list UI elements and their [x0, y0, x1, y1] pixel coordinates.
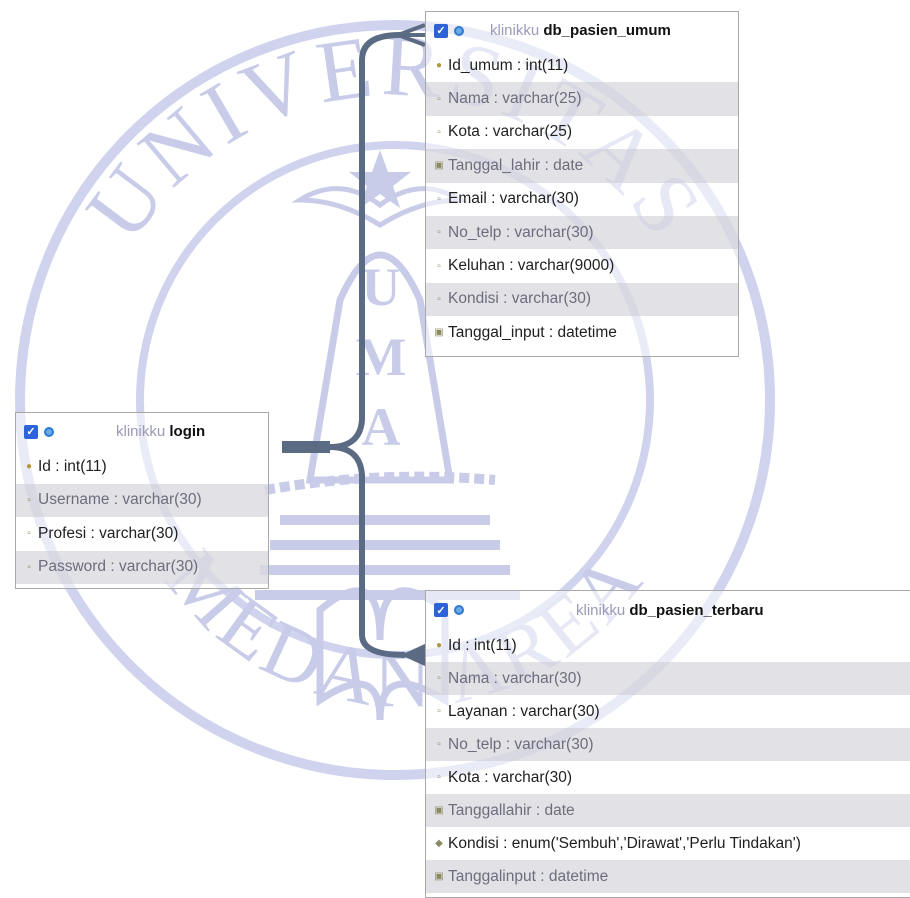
column-row[interactable]: ▫ Keluhan : varchar(9000)	[426, 249, 738, 282]
column-row[interactable]: ▫ Nama : varchar(30)	[426, 662, 910, 695]
checkbox-icon[interactable]: ✓	[434, 603, 448, 617]
watermark-logo-text-m: M	[356, 327, 407, 387]
column-icon: ▫	[27, 528, 31, 540]
connector-terbaru-crow-foot	[400, 643, 426, 667]
column-label: Nama : varchar(30)	[448, 669, 582, 687]
watermark-logo-text-a: A	[362, 397, 401, 457]
column-label: Id : int(11)	[448, 636, 517, 654]
watermark-steps-icon	[255, 515, 520, 600]
table-db-pasien-umum[interactable]: ✓ klinikku db_pasien_umum ● Id_umum : int…	[425, 11, 739, 357]
database-name: klinikku	[576, 601, 626, 619]
column-row[interactable]: ▣ Tanggalinput : datetime	[426, 860, 910, 893]
date-icon: ▣	[434, 805, 444, 816]
column-label: Password : varchar(30)	[38, 558, 199, 576]
date-icon: ▣	[434, 160, 444, 172]
database-name: klinikku	[116, 423, 166, 440]
column-row[interactable]: ▫ No_telp : varchar(30)	[426, 215, 738, 250]
column-row[interactable]: ● Id : int(11)	[426, 629, 910, 662]
database-name: klinikku	[490, 22, 540, 39]
toggle-view-icon[interactable]	[42, 425, 56, 439]
column-label: Kota : varchar(25)	[448, 123, 573, 141]
column-label: Profesi : varchar(30)	[38, 524, 179, 542]
column-label: Kondisi : varchar(30)	[448, 290, 592, 308]
column-row[interactable]: ▫ Kota : varchar(25)	[426, 116, 738, 149]
column-label: Nama : varchar(25)	[448, 90, 582, 108]
column-label: Tanggallahir : date	[448, 801, 575, 819]
column-row[interactable]: ▫ Nama : varchar(25)	[426, 82, 738, 116]
column-label: Id_umum : int(11)	[448, 56, 569, 74]
table-header[interactable]: ✓ klinikku db_pasien_terbaru	[426, 591, 910, 629]
column-icon: ▫	[27, 494, 31, 506]
column-row[interactable]: ▫ Kondisi : varchar(30)	[426, 282, 738, 317]
table-login[interactable]: ✓ klinikku login ● Id : int(11) ▫ Username …	[15, 412, 269, 589]
date-icon: ▣	[434, 327, 444, 339]
column-row[interactable]: ▣ Tanggal_input : datetime	[426, 316, 738, 349]
key-icon: ●	[435, 60, 443, 72]
column-icon: ▫	[437, 193, 441, 205]
column-icon: ▫	[437, 673, 441, 684]
column-row[interactable]: ▫ No_telp : varchar(30)	[426, 728, 910, 761]
column-label: Tanggal_lahir : date	[448, 156, 584, 174]
column-label: Username : varchar(30)	[38, 491, 202, 509]
key-icon: ●	[25, 461, 33, 473]
column-row[interactable]: ● Id : int(11)	[16, 450, 268, 484]
column-label: Layanan : varchar(30)	[448, 702, 600, 720]
column-label: Tanggal_input : datetime	[448, 323, 617, 341]
column-list: ● Id_umum : int(11) ▫ Nama : varchar(25) ▫ Ko…	[426, 49, 738, 350]
table-title: klinikku db_pasien_terbaru	[576, 602, 764, 619]
table-header[interactable]: ✓ klinikku login	[16, 413, 268, 450]
table-name: db_pasien_terbaru	[629, 601, 764, 619]
column-label: Email : varchar(30)	[448, 190, 579, 208]
table-title: klinikku login	[116, 423, 205, 440]
column-label: No_telp : varchar(30)	[448, 223, 594, 241]
column-label: No_telp : varchar(30)	[448, 735, 594, 753]
column-icon: ▫	[437, 772, 441, 783]
column-list: ● Id : int(11) ▫ Nama : varchar(30) ▫ Layanan…	[426, 629, 910, 893]
column-icon: ▫	[437, 706, 441, 717]
column-row[interactable]: ▣ Tanggal_lahir : date	[426, 149, 738, 183]
column-row[interactable]: ▫ Kota : varchar(30)	[426, 761, 910, 794]
column-icon: ▫	[437, 93, 441, 105]
date-icon: ▣	[434, 871, 444, 882]
column-row[interactable]: ▫ Email : varchar(30)	[426, 183, 738, 216]
column-icon: ▫	[437, 293, 441, 305]
column-row[interactable]: ◆ Kondisi : enum('Sembuh','Dirawat','Perl…	[426, 827, 910, 860]
column-icon: ▫	[437, 260, 441, 272]
connector-to-umum	[329, 32, 401, 450]
column-label: Keluhan : varchar(9000)	[448, 257, 615, 275]
table-title: klinikku db_pasien_umum	[490, 22, 671, 39]
connector-umum-crow-foot	[397, 23, 426, 47]
watermark-star-icon	[349, 150, 411, 208]
column-label: Kondisi : enum('Sembuh','Dirawat','Perlu…	[448, 834, 801, 852]
column-label: Kota : varchar(30)	[448, 768, 573, 786]
table-name: login	[169, 423, 206, 440]
connector-to-terbaru	[329, 444, 406, 658]
enum-icon: ◆	[435, 838, 443, 849]
column-row[interactable]: ▫ Password : varchar(30)	[16, 550, 268, 584]
toggle-view-icon[interactable]	[452, 603, 466, 617]
checkbox-icon[interactable]: ✓	[434, 23, 448, 38]
column-row[interactable]: ▫ Layanan : varchar(30)	[426, 695, 910, 728]
table-name: db_pasien_umum	[543, 22, 671, 39]
column-label: Id : int(11)	[38, 457, 107, 475]
column-list: ● Id : int(11) ▫ Username : varchar(30) ▫ Pro…	[16, 450, 268, 584]
column-label: Tanggalinput : datetime	[448, 867, 609, 885]
column-icon: ▫	[437, 126, 441, 138]
column-row[interactable]: ▫ Profesi : varchar(30)	[16, 517, 268, 551]
column-icon: ▫	[27, 561, 31, 573]
checkbox-icon[interactable]: ✓	[24, 424, 38, 439]
table-db-pasien-terbaru[interactable]: ✓ klinikku db_pasien_terbaru ● Id : int(1…	[425, 590, 910, 898]
watermark-logo-text: U	[362, 257, 401, 317]
column-row[interactable]: ● Id_umum : int(11)	[426, 49, 738, 82]
key-icon: ●	[435, 640, 443, 651]
table-header[interactable]: ✓ klinikku db_pasien_umum	[426, 12, 738, 49]
watermark-chain-icon	[264, 471, 496, 495]
column-row[interactable]: ▫ Username : varchar(30)	[16, 483, 268, 517]
column-icon: ▫	[437, 227, 441, 239]
toggle-view-icon[interactable]	[452, 24, 466, 38]
column-row[interactable]: ▣ Tanggallahir : date	[426, 794, 910, 827]
column-icon: ▫	[437, 739, 441, 750]
